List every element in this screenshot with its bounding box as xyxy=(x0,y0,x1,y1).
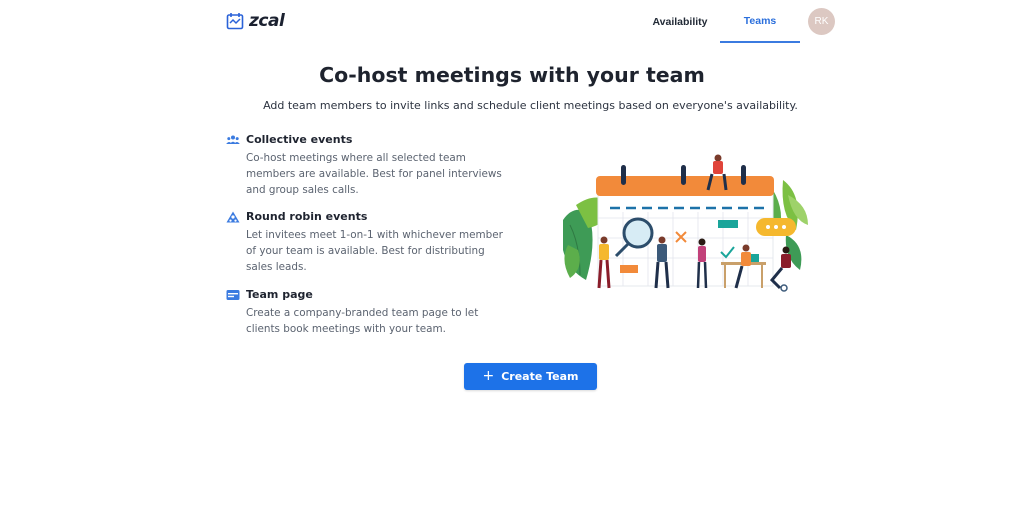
users-icon xyxy=(226,135,240,144)
create-team-label: Create Team xyxy=(501,370,579,383)
plus-icon: + xyxy=(482,367,495,384)
feature-description: Create a company-branded team page to le… xyxy=(246,307,479,335)
feature-title: Team page xyxy=(246,288,313,301)
top-navigation: zcal Availability Teams RK xyxy=(0,0,1024,44)
calendar-logo-icon xyxy=(226,13,244,30)
team-calendar-illustration xyxy=(563,154,808,292)
team-page-icon xyxy=(226,290,240,300)
nav-tab-availability[interactable]: Availability xyxy=(640,0,720,43)
feature-description: Let invitees meet 1-on-1 with whichever … xyxy=(246,229,503,273)
user-avatar[interactable]: RK xyxy=(808,8,835,35)
feature-title: Collective events xyxy=(246,133,353,146)
create-team-button[interactable]: + Create Team xyxy=(464,363,597,390)
page-title: Co-host meetings with your team xyxy=(319,63,705,87)
nav-tab-teams[interactable]: Teams xyxy=(720,0,800,43)
round-robin-icon xyxy=(226,211,240,223)
logo-text: zcal xyxy=(249,11,285,31)
feature-title: Round robin events xyxy=(246,210,368,223)
logo[interactable]: zcal xyxy=(226,10,285,32)
feature-description: Co-host meetings where all selected team… xyxy=(246,152,502,196)
page-subtitle: Add team members to invite links and sch… xyxy=(263,99,798,112)
